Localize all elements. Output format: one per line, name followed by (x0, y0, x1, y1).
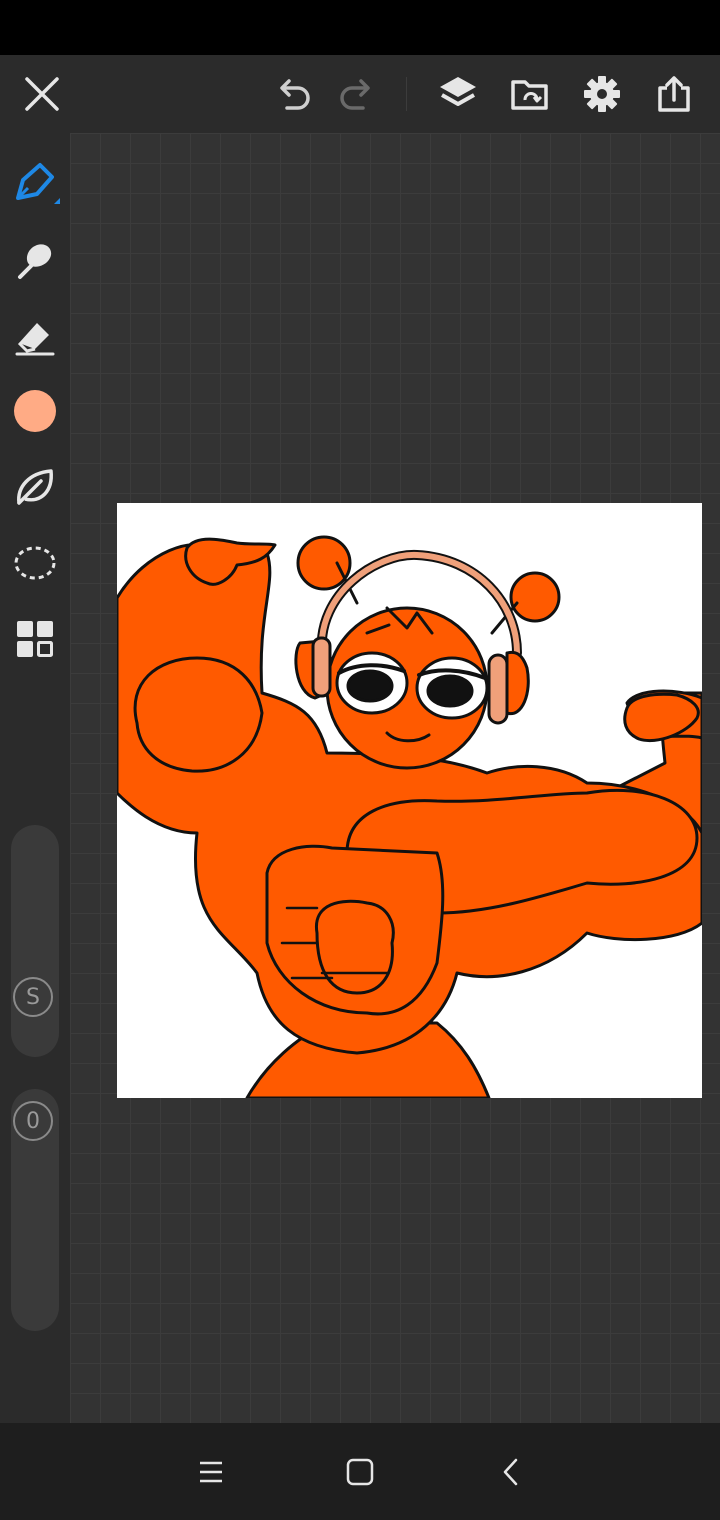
back-button[interactable] (481, 1447, 541, 1497)
eraser-tool-button[interactable] (7, 307, 63, 363)
leaf-icon (17, 469, 53, 505)
top-toolbar (0, 55, 720, 133)
close-button[interactable] (14, 66, 70, 122)
home-button[interactable] (330, 1447, 390, 1497)
layers-button[interactable] (430, 66, 486, 122)
smudge-tool-button[interactable] (7, 231, 63, 287)
size-slider-label: S (26, 984, 40, 1010)
leaf-tool-button[interactable] (7, 459, 63, 515)
tool-sidebar: S 0 (0, 133, 70, 1423)
recent-apps-button[interactable] (181, 1447, 241, 1497)
system-nav-bar (0, 1423, 720, 1520)
gallery-grid-button[interactable] (7, 611, 63, 667)
grid-icon (17, 621, 53, 657)
menu-icon (200, 1461, 222, 1483)
color-swatch (14, 390, 56, 432)
undo-button[interactable] (265, 66, 321, 122)
size-slider-knob[interactable]: S (13, 977, 53, 1017)
brush-tool-button[interactable] (7, 155, 63, 211)
smudge-icon (18, 244, 52, 279)
status-bar (0, 0, 720, 55)
opacity-slider-label: 0 (26, 1108, 40, 1134)
toolbar-divider (406, 77, 407, 111)
pen-icon (16, 163, 60, 204)
size-slider[interactable] (11, 825, 59, 1057)
color-picker-button[interactable] (7, 383, 63, 439)
layers-icon (440, 77, 476, 106)
character-drawing (117, 535, 702, 1098)
gallery-folder-icon (511, 80, 548, 110)
settings-button[interactable] (574, 66, 630, 122)
close-icon (25, 77, 59, 111)
back-chevron-icon (503, 1458, 518, 1486)
gear-icon (584, 76, 620, 112)
lasso-icon (14, 546, 56, 580)
eraser-icon (15, 323, 55, 356)
share-icon (658, 76, 690, 112)
share-button[interactable] (646, 66, 702, 122)
redo-icon (340, 79, 370, 110)
gallery-folder-button[interactable] (502, 66, 558, 122)
selection-tool-button[interactable] (7, 535, 63, 591)
redo-button[interactable] (329, 66, 385, 122)
drawing-canvas[interactable] (117, 503, 702, 1098)
home-square-icon (346, 1458, 374, 1486)
opacity-slider-knob[interactable]: 0 (13, 1101, 53, 1141)
undo-icon (280, 79, 310, 110)
